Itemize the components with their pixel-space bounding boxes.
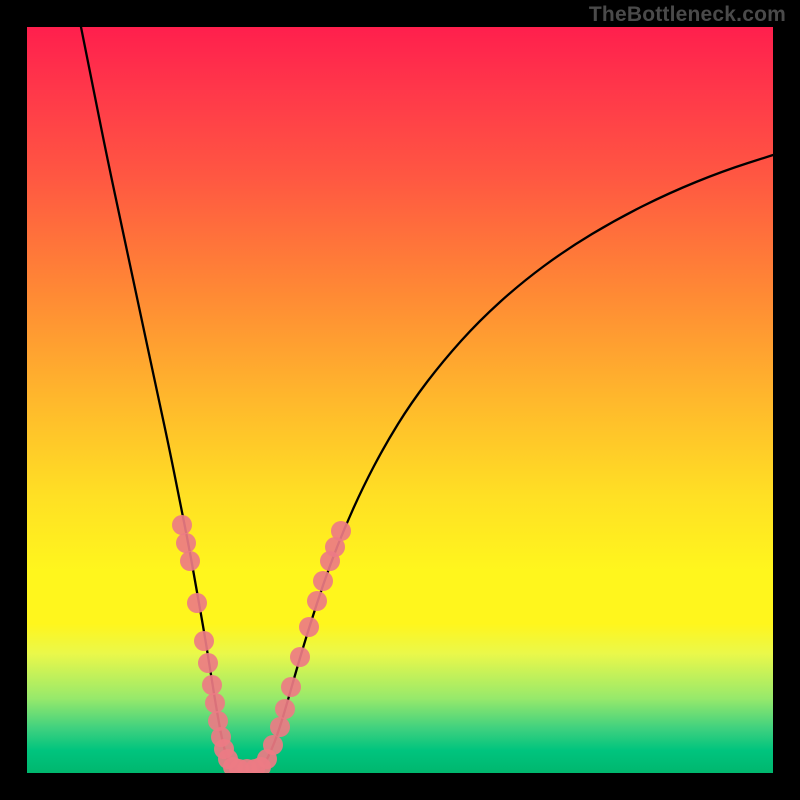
data-dot [172, 515, 192, 535]
chart-svg [27, 27, 773, 773]
data-dot [270, 717, 290, 737]
right-curve [260, 155, 773, 769]
data-dot [290, 647, 310, 667]
data-dot [205, 693, 225, 713]
data-dot [176, 533, 196, 553]
data-dot [180, 551, 200, 571]
data-dot [331, 521, 351, 541]
data-dot [299, 617, 319, 637]
data-dot [307, 591, 327, 611]
plot-area [27, 27, 773, 773]
data-dot [187, 593, 207, 613]
credit-watermark: TheBottleneck.com [589, 3, 786, 27]
data-dot [202, 675, 222, 695]
data-dot [263, 735, 283, 755]
dots-group [172, 515, 351, 773]
data-dot [281, 677, 301, 697]
data-dot [194, 631, 214, 651]
data-dot [198, 653, 218, 673]
chart-wrapper: TheBottleneck.com [0, 0, 800, 800]
data-dot [275, 699, 295, 719]
curves-group [81, 27, 773, 769]
data-dot [313, 571, 333, 591]
